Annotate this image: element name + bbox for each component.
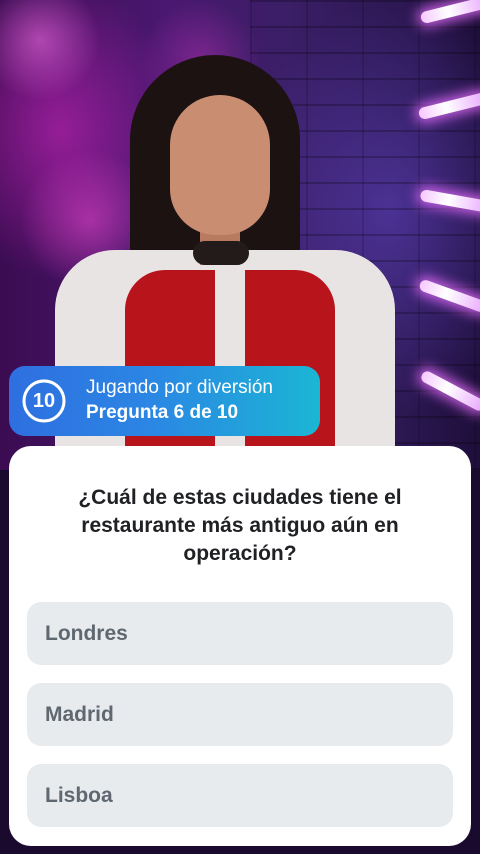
- answer-label: Londres: [45, 621, 128, 645]
- game-mode-label: Jugando por diversión: [86, 377, 273, 398]
- answer-option-lisboa[interactable]: Lisboa: [27, 764, 453, 827]
- progress-chip: 10 Jugando por diversión Pregunta 6 de 1…: [9, 366, 320, 436]
- game-status: Jugando por diversión Pregunta 6 de 10: [86, 376, 273, 426]
- question-card: ¿Cuál de estas ciudades tiene el restaur…: [9, 446, 471, 846]
- answer-list: Londres Madrid Lisboa: [27, 602, 453, 845]
- host-bow-tie: [193, 241, 249, 265]
- answer-option-londres[interactable]: Londres: [27, 602, 453, 665]
- timer-value: 10: [32, 390, 56, 412]
- question-counter: Pregunta 6 de 10: [86, 402, 239, 423]
- answer-option-madrid[interactable]: Madrid: [27, 683, 453, 746]
- host-face: [170, 95, 270, 235]
- countdown-timer: 10: [20, 377, 68, 425]
- question-text: ¿Cuál de estas ciudades tiene el restaur…: [78, 486, 402, 565]
- answer-label: Lisboa: [45, 783, 113, 807]
- host-shirt: [55, 250, 395, 470]
- answer-label: Madrid: [45, 702, 114, 726]
